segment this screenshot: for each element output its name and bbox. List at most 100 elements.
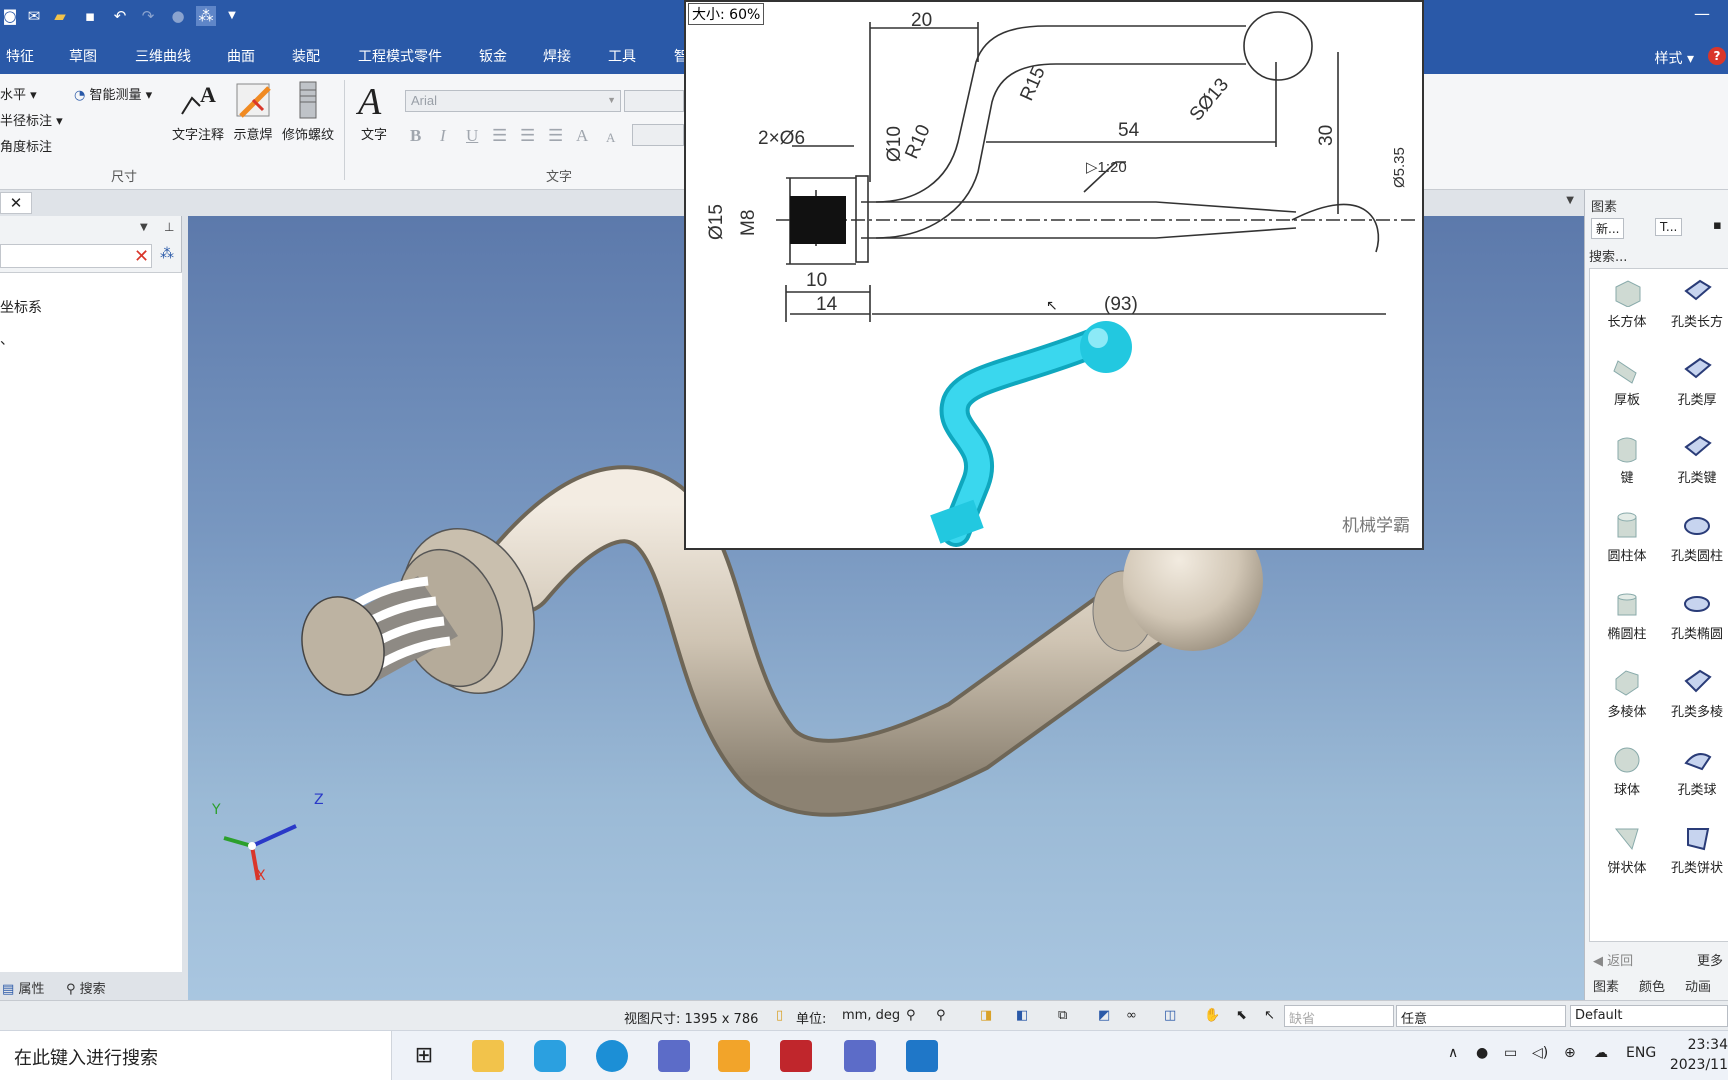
shape-hole-sphere[interactable]: 孔类球 [1662, 745, 1728, 798]
bilibili-icon[interactable] [534, 1040, 566, 1072]
library-save-icon[interactable]: ▪ [1713, 218, 1722, 233]
tab-tools[interactable]: 工具 [608, 46, 636, 66]
volume-icon[interactable]: ◁) [1532, 1045, 1548, 1061]
library-tab-new[interactable]: 新... [1591, 218, 1625, 239]
pointer-icon[interactable]: ↖ [1264, 1008, 1275, 1023]
cosmetic-thread-button[interactable]: 修饰螺纹 [278, 80, 338, 143]
file-explorer-icon[interactable] [472, 1040, 504, 1072]
tab-library[interactable]: 图素 [1593, 976, 1619, 995]
tree-item-coordinate-system[interactable]: 坐标系 [0, 297, 42, 317]
weld-symbol-button[interactable]: 示意焊 [230, 80, 276, 143]
taskbar-search-input[interactable]: 在此键入进行搜索 [0, 1031, 392, 1080]
tab-3d-curves[interactable]: 三维曲线 [135, 46, 191, 66]
shrink-font-button[interactable]: A [606, 130, 615, 146]
task-view-icon[interactable]: ⊞ [408, 1040, 440, 1072]
save-icon[interactable]: ▪ [80, 6, 100, 26]
display-mode-icon[interactable]: ◧ [1016, 1008, 1028, 1023]
select-arrow-icon[interactable]: ⬉ [1236, 1008, 1247, 1023]
align-center-icon[interactable]: ☰ [520, 126, 535, 146]
reference-image-window[interactable]: 20 R15 SØ13 54 30 Ø10 R10 2×Ø6 ▷1:20 Ø5.… [684, 0, 1424, 550]
photos-icon[interactable] [906, 1040, 938, 1072]
library-search-label[interactable]: 搜索... [1589, 246, 1627, 265]
smart-measure-button[interactable]: ◔ 智能测量 ▾ [74, 84, 152, 103]
edge-browser-icon[interactable] [596, 1040, 628, 1072]
text-tool-button[interactable]: A 文字 [352, 80, 396, 143]
text-height-field[interactable] [632, 124, 684, 146]
shape-polygon-prism[interactable]: 多棱体 [1592, 667, 1662, 720]
hand-icon[interactable]: ✋ [1204, 1008, 1220, 1023]
shape-sphere[interactable]: 球体 [1592, 745, 1662, 798]
language-indicator[interactable]: ENG [1626, 1045, 1656, 1061]
bold-button[interactable]: B [410, 126, 421, 146]
clear-filter-icon[interactable]: ✕ [134, 246, 149, 267]
align-right-icon[interactable]: ☰ [548, 126, 563, 146]
glasses-icon[interactable]: ∞ [1126, 1008, 1137, 1023]
shape-hole-plate[interactable]: 孔类厚 [1662, 355, 1728, 408]
cube-icon[interactable]: ◫ [1164, 1008, 1176, 1023]
render-icon[interactable]: ● [168, 6, 188, 26]
battery-icon[interactable]: ▭ [1504, 1045, 1517, 1061]
undo-icon[interactable]: ↶ [110, 6, 130, 26]
app-icon[interactable]: ◙ [0, 6, 20, 26]
style-menu[interactable]: 样式 ▾ [1655, 48, 1694, 68]
filter-combo[interactable]: 任意 [1396, 1005, 1566, 1027]
style-combo[interactable]: Default [1570, 1005, 1728, 1027]
pin-icon[interactable]: ⊥ [164, 220, 174, 234]
tab-properties[interactable]: ▤ 属性 [2, 978, 44, 997]
section-icon[interactable]: ⧉ [1058, 1008, 1067, 1023]
redo-icon[interactable]: ↷ [138, 6, 158, 26]
shape-cylinder[interactable]: 圆柱体 [1592, 511, 1662, 564]
font-size-select[interactable] [624, 90, 684, 112]
angle-dim-button[interactable]: 角度标注 [0, 136, 52, 155]
shape-block[interactable]: 长方体 [1592, 277, 1662, 330]
minimize-button[interactable]: — [1694, 4, 1710, 23]
cloud-icon[interactable]: ☁ [1594, 1045, 1608, 1061]
open-folder-icon[interactable]: ▰ [50, 6, 70, 26]
radius-dim-button[interactable]: 半径标注 ▾ [0, 110, 63, 129]
shape-hole-key[interactable]: 孔类键 [1662, 433, 1728, 486]
library-tab-text[interactable]: T... [1655, 218, 1683, 236]
shape-elliptic-cylinder[interactable]: 椭圆柱 [1592, 589, 1662, 642]
shape-pie[interactable]: 饼状体 [1592, 823, 1662, 876]
zoom-fit-icon[interactable]: ⚲ [906, 1008, 916, 1023]
close-icon[interactable]: ✕ [0, 192, 32, 214]
unit-value[interactable]: mm, deg [842, 1008, 900, 1023]
cad-app-icon[interactable] [658, 1040, 690, 1072]
shape-hole-block[interactable]: 孔类长方 [1662, 277, 1728, 330]
sparkle-icon[interactable]: ⁂ [196, 6, 216, 26]
chevron-down-icon[interactable]: ▼ [1566, 195, 1574, 206]
tree-item[interactable]: 、 [0, 329, 14, 349]
view-orient-icon[interactable]: ◨ [980, 1008, 992, 1023]
tab-welding[interactable]: 焊接 [543, 46, 571, 66]
tab-search[interactable]: ⚲ 搜索 [66, 978, 106, 997]
filter-options-icon[interactable]: ⁂ [160, 246, 174, 262]
more-button[interactable]: 更多 [1697, 950, 1723, 969]
shape-hole-ellipse[interactable]: 孔类椭圆 [1662, 589, 1728, 642]
microphone-icon[interactable]: ● [1476, 1045, 1488, 1061]
quick-access-dropdown-icon[interactable]: ▼ [222, 6, 242, 26]
render-style-icon[interactable]: ◩ [1098, 1008, 1110, 1023]
font-family-select[interactable]: Arial ▼ [405, 90, 621, 112]
shape-hole-pie[interactable]: 孔类饼状 [1662, 823, 1728, 876]
solidworks-icon[interactable] [780, 1040, 812, 1072]
chevron-down-icon[interactable]: ▼ [140, 222, 148, 233]
tab-animation[interactable]: 动画 [1685, 976, 1711, 995]
tray-chevron-icon[interactable]: ∧ [1448, 1045, 1458, 1061]
tab-color[interactable]: 颜色 [1639, 976, 1665, 995]
tab-engineering-parts[interactable]: 工程模式零件 [358, 46, 442, 66]
clock[interactable]: 23:34 2023/11 [1668, 1035, 1728, 1075]
back-button[interactable]: ◀ 返回 [1593, 950, 1633, 969]
shape-thick-plate[interactable]: 厚板 [1592, 355, 1662, 408]
horizontal-dim-button[interactable]: 水平 ▾ [0, 84, 37, 103]
shape-hole-cylinder[interactable]: 孔类圆柱 [1662, 511, 1728, 564]
grow-font-button[interactable]: A [576, 126, 588, 146]
tab-assembly[interactable]: 装配 [292, 46, 320, 66]
tree-filter-input[interactable] [0, 244, 152, 268]
shape-key[interactable]: 键 [1592, 433, 1662, 486]
tab-features[interactable]: 特征 [6, 46, 34, 66]
tab-surfaces[interactable]: 曲面 [227, 46, 255, 66]
tab-sheet-metal[interactable]: 钣金 [479, 46, 507, 66]
network-icon[interactable]: ⊕ [1564, 1045, 1576, 1061]
help-icon[interactable]: ? [1708, 47, 1726, 65]
align-left-icon[interactable]: ☰ [492, 126, 507, 146]
